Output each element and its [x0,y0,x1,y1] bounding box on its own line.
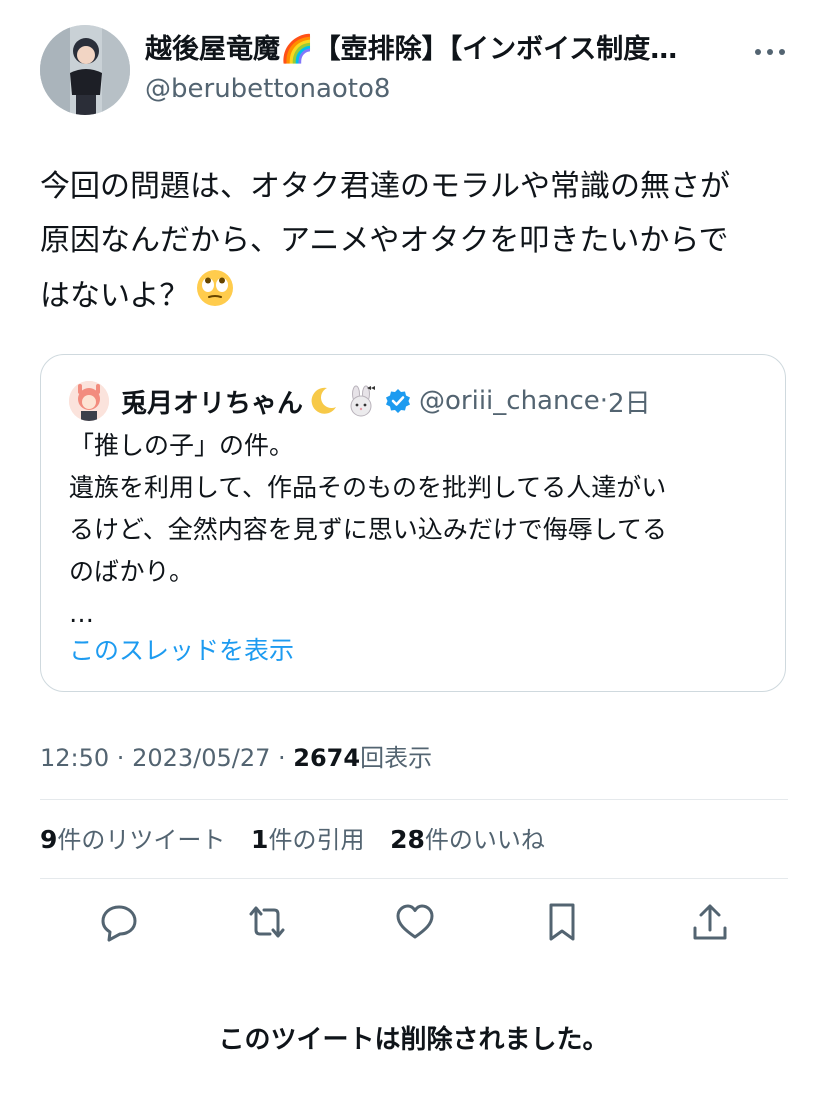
quoted-tweet-card[interactable]: 兎月オリちゃん @oriii_chance · 2日 「推しの子」の件。 遺族を… [40,354,786,692]
quoted-line: … [69,599,94,628]
retweets-count: 9 [40,825,58,854]
deleted-notice: このツイートは削除されました。 [218,1025,609,1055]
retweet-button[interactable] [245,900,289,944]
author-handle[interactable]: @berubettonaoto8 [145,70,390,108]
tweet-line: 今回の問題は、オタク君達のモラルや常識の無さが [40,169,730,204]
author-avatar[interactable] [40,25,130,115]
quoted-author-name: 兎月オリちゃん [121,388,304,419]
quotes-label: 件の引用 [268,826,365,854]
views-count: 2674 [293,744,361,772]
bookmark-button[interactable] [540,900,584,944]
quoted-line: るけど、全然内容を見ずに思い込みだけで侮辱してる [69,515,668,544]
like-icon [396,904,434,939]
likes-count: 28 [390,825,425,854]
likes-label: 件のいいね [424,826,545,854]
quoted-author-avatar [69,381,109,421]
likes-stat[interactable]: 28件のいいね [390,825,545,854]
author-display-name[interactable]: 越後屋竜魔🌈【壺排除】【インボイス制度… [145,30,725,70]
quoted-timestamp: 2日 [608,388,651,419]
separator-dot: · [109,744,133,772]
separator-dot: · [270,744,294,772]
quotes-stat[interactable]: 1件の引用 [251,825,365,854]
quoted-line: 「推しの子」の件。 [69,431,295,460]
rabbit-icon [345,385,377,417]
quoted-author-handle: @oriii_chance [419,386,600,416]
moon-icon [307,385,339,417]
share-icon [693,904,727,940]
retweet-icon [249,906,285,938]
eye-roll-emoji-icon [195,268,235,326]
tweet-date[interactable]: 2023/05/27 [132,744,270,772]
show-thread-link[interactable]: このスレッドを表示 [69,632,294,670]
quoted-line: のばかり。 [69,557,195,586]
retweets-label: 件のリツイート [57,826,226,854]
like-button[interactable] [393,900,437,944]
views-label: 回表示 [360,744,433,772]
tweet-text: 今回の問題は、オタク君達のモラルや常識の無さが 原因なんだから、アニメやオタクを… [40,160,790,326]
divider [40,799,788,800]
engagement-stats: 9件のリツイート 1件の引用 28件のいいね [40,818,563,862]
tweet-meta: 12:50 · 2023/05/27 · 2674回表示 [40,738,432,778]
quoted-line: 遺族を利用して、作品そのものを批判してる人達がい [69,473,667,502]
reply-icon [101,905,137,942]
tweet-time[interactable]: 12:50 [40,744,109,772]
retweets-stat[interactable]: 9件のリツイート [40,825,226,854]
verified-badge-icon [385,388,411,414]
share-button[interactable] [688,900,732,944]
quoted-header: 兎月オリちゃん @oriii_chance · 2日 [121,379,651,423]
tweet-line: はないよ？ [40,268,790,326]
tweet-line: 原因なんだから、アニメやオタクを叩きたいからで [40,223,729,258]
quoted-text: 「推しの子」の件。 遺族を利用して、作品そのものを批判してる人達がい るけど、全… [69,425,769,635]
separator-dot: · [599,386,609,416]
quotes-count: 1 [251,825,269,854]
reply-button[interactable] [97,900,141,944]
divider [40,878,788,879]
more-icon[interactable] [752,40,788,64]
bookmark-icon [549,903,575,941]
